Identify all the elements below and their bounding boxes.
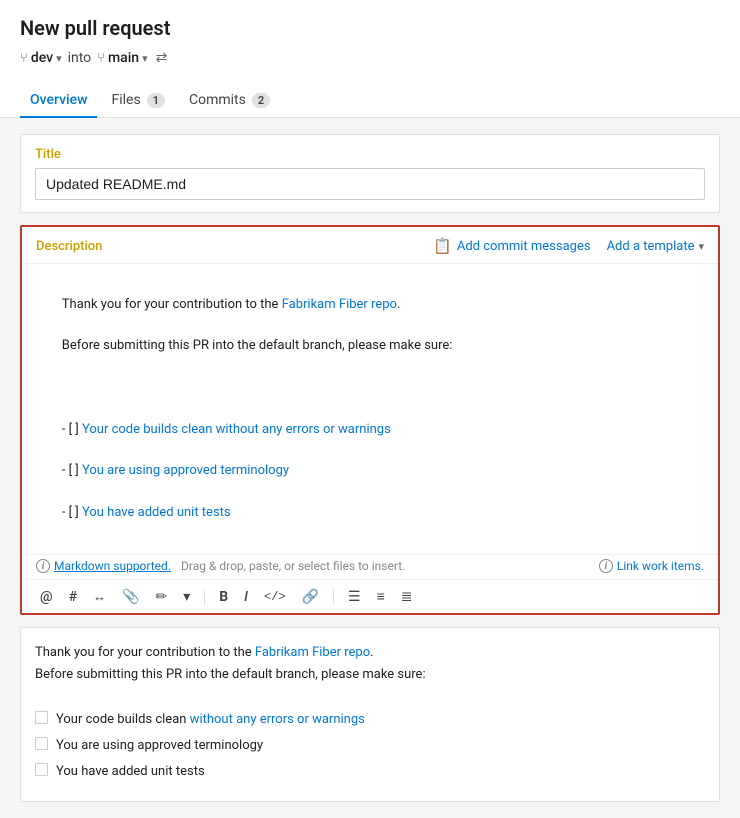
toolbar-pencil-button[interactable]: ✏ [151, 587, 171, 607]
clipboard-icon: 📋 [433, 237, 452, 255]
checklist-line-3: You have added unit tests [82, 505, 231, 520]
main-content: Title Description 📋 Add commit messages … [0, 118, 740, 818]
branch-row: ⑂ dev ▾ into ⑂ main ▾ ⇄ [20, 50, 720, 66]
checklist-text-3: You have added unit tests [56, 761, 205, 783]
toolbar-attach-button[interactable]: 📎 [118, 587, 143, 607]
tab-commits[interactable]: Commits 2 [179, 84, 280, 118]
tab-files[interactable]: Files 1 [101, 84, 175, 118]
title-section: Title [20, 134, 720, 213]
tab-overview[interactable]: Overview [20, 84, 97, 118]
target-branch-selector[interactable]: ⑂ main ▾ [97, 50, 147, 66]
add-commit-messages-button[interactable]: 📋 Add commit messages [433, 237, 590, 255]
description-textarea-wrapper[interactable]: Thank you for your contribution to the F… [22, 264, 718, 554]
target-branch-label: main [108, 50, 139, 66]
checkbox-2[interactable] [35, 737, 48, 750]
info-icon: i [36, 559, 50, 573]
toolbar-unordered-list-button[interactable]: ☰ [344, 587, 365, 607]
target-branch-chevron: ▾ [142, 52, 148, 65]
tab-files-label: Files [111, 92, 140, 108]
checklist-text-1: Your code builds clean without any error… [56, 709, 365, 731]
toolbar-hash-button[interactable]: # [65, 587, 81, 607]
description-label: Description [36, 239, 433, 254]
source-branch-selector[interactable]: ⑂ dev ▾ [20, 50, 62, 66]
description-text[interactable]: Thank you for your contribution to the F… [36, 274, 704, 544]
preview-text: Thank you for your contribution to the F… [35, 642, 705, 783]
toolbar-italic-button[interactable]: I [240, 587, 252, 607]
markdown-link[interactable]: Markdown supported. [54, 559, 171, 573]
tab-commits-label: Commits [189, 92, 246, 108]
add-template-button[interactable]: Add a template ▾ [607, 239, 704, 254]
checklist-item-1: Your code builds clean without any error… [35, 709, 705, 731]
page-header: New pull request ⑂ dev ▾ into ⑂ main ▾ ⇄… [0, 0, 740, 118]
checklist-text-2: You are using approved terminology [56, 735, 263, 757]
tab-commits-badge: 2 [252, 93, 270, 108]
into-text: into [68, 50, 92, 66]
checklist-item-2: You are using approved terminology [35, 735, 705, 757]
checklist-item-3: You have added unit tests [35, 761, 705, 783]
toolbar-tasklist-button[interactable]: ≣ [397, 587, 417, 607]
branch-icon-source: ⑂ [20, 51, 28, 66]
tab-files-badge: 1 [147, 93, 165, 108]
toolbar-row: @ # ↔ 📎 ✏ ▾ B I </> 🔗 ☰ ≡ ≣ [22, 579, 718, 613]
toolbar-mention-button[interactable]: ↔ [89, 587, 110, 607]
errors-link: without any errors or warnings [190, 712, 365, 727]
toolbar-link-button[interactable]: 🔗 [298, 587, 323, 607]
toolbar-at-button[interactable]: @ [36, 587, 57, 607]
preview-section: Thank you for your contribution to the F… [20, 627, 720, 802]
link-work-items-button[interactable]: i Link work items. [599, 559, 704, 573]
source-branch-chevron: ▾ [56, 52, 62, 65]
checklist-line-2: You are using approved terminology [82, 463, 289, 478]
preview-intro-1: Thank you for your contribution to the F… [35, 642, 705, 664]
tab-overview-label: Overview [30, 92, 87, 108]
add-template-chevron: ▾ [698, 240, 704, 253]
toolbar-divider-2 [333, 589, 334, 605]
checkbox-1[interactable] [35, 711, 48, 724]
description-footer: i Markdown supported. Drag & drop, paste… [22, 554, 718, 579]
toolbar-ordered-list-button[interactable]: ≡ [373, 586, 389, 607]
add-commit-messages-label: Add commit messages [457, 239, 591, 254]
page-title: New pull request [20, 16, 720, 40]
fabrikam-link: Fabrikam Fiber repo [282, 297, 397, 312]
toolbar-bold-button[interactable]: B [215, 587, 232, 607]
link-work-items-label: Link work items. [617, 559, 704, 573]
preview-intro-2: Before submitting this PR into the defau… [35, 664, 705, 686]
checklist-line-1: Your code builds clean without any error… [82, 422, 391, 437]
checkbox-3[interactable] [35, 763, 48, 776]
swap-icon[interactable]: ⇄ [156, 50, 168, 66]
branch-icon-target: ⑂ [97, 51, 105, 66]
preview-fabrikam-link: Fabrikam Fiber repo [255, 645, 370, 660]
toolbar-divider-1 [204, 589, 205, 605]
add-template-label: Add a template [607, 239, 695, 254]
toolbar-code-button[interactable]: </> [260, 588, 290, 606]
source-branch-label: dev [31, 50, 53, 66]
description-section: Description 📋 Add commit messages Add a … [20, 225, 720, 615]
title-label: Title [35, 147, 705, 162]
link-work-items-icon: i [599, 559, 613, 573]
toolbar-dropdown-button[interactable]: ▾ [179, 587, 194, 607]
description-header: Description 📋 Add commit messages Add a … [22, 227, 718, 264]
title-input[interactable] [35, 168, 705, 200]
drag-drop-text: Drag & drop, paste, or select files to i… [181, 559, 405, 573]
tabs-row: Overview Files 1 Commits 2 [0, 84, 740, 118]
